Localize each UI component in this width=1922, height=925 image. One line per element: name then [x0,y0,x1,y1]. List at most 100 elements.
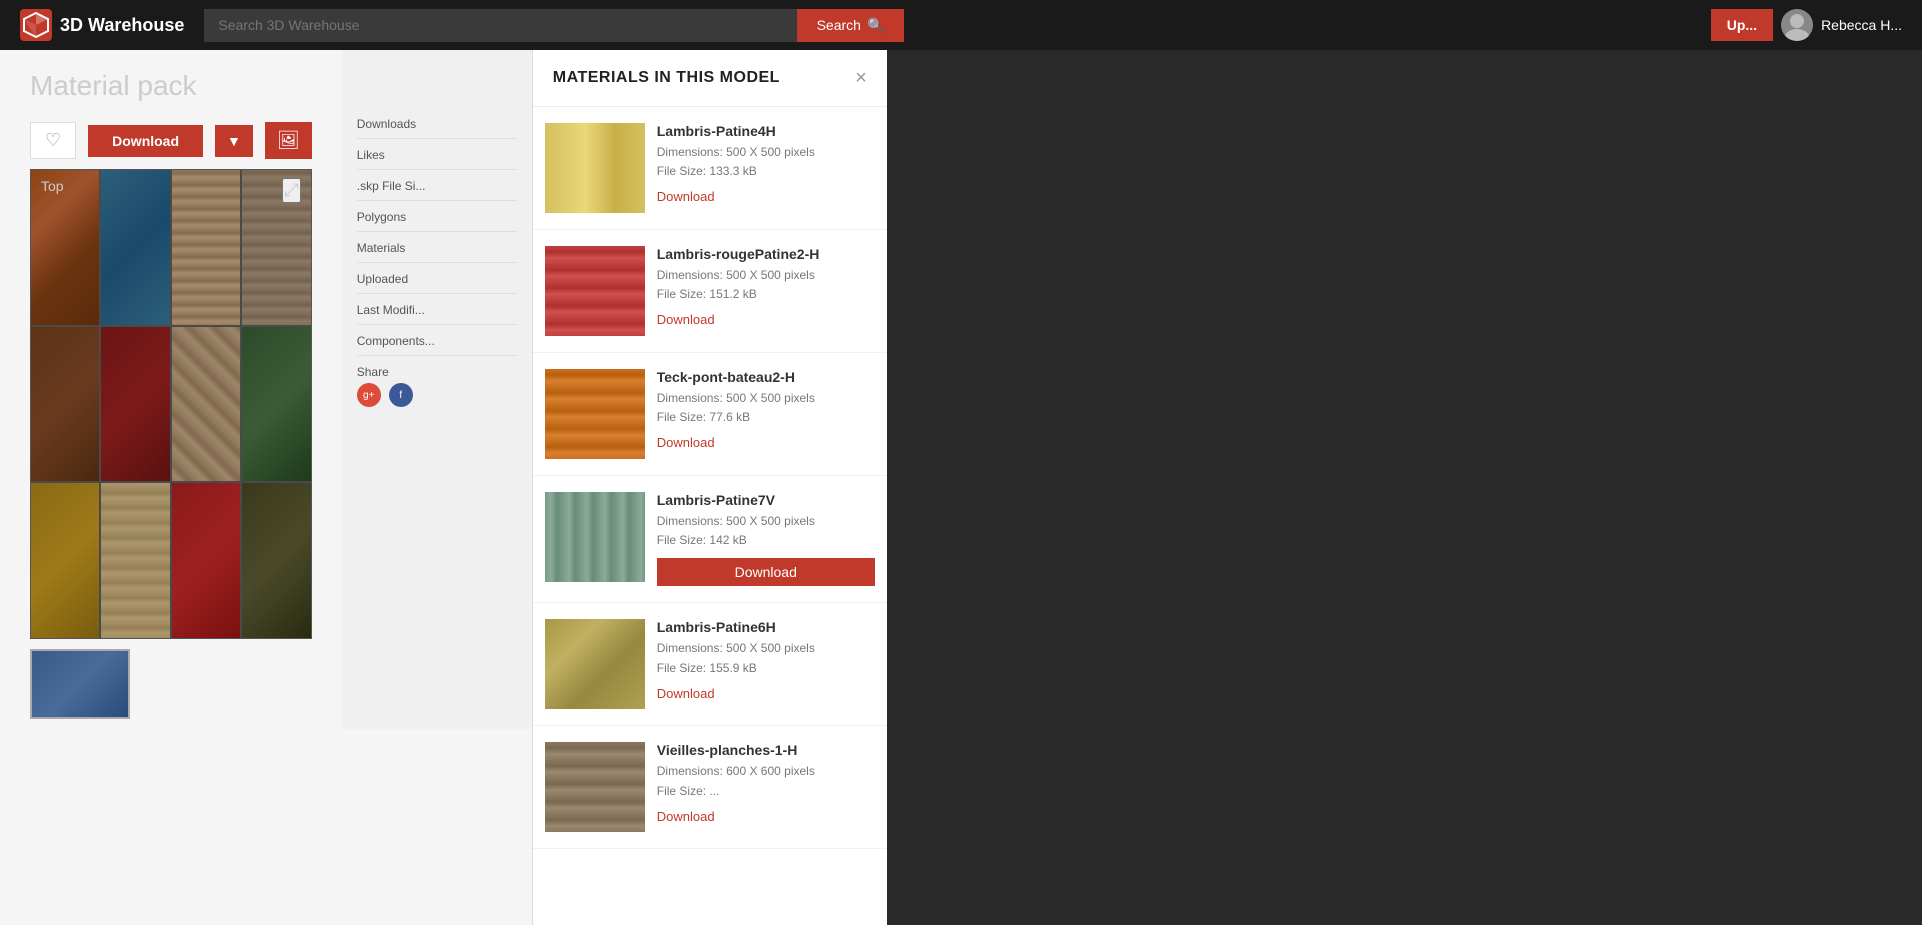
material-info-rouge2h: Lambris-rougePatine2-H Dimensions: 500 X… [657,246,875,329]
material-dimensions-patine7v: Dimensions: 500 X 500 pixels [657,512,875,531]
material-filesize-teck2h: File Size: 77.6 kB [657,408,875,427]
material-item-rouge2h: Lambris-rougePatine2-H Dimensions: 500 X… [533,230,887,353]
material-filesize-vieilles: File Size: ... [657,782,875,801]
user-area: Up... Rebecca H... [1711,9,1902,41]
material-item-teck2h: Teck-pont-bateau2-H Dimensions: 500 X 50… [533,353,887,476]
material-thumb-patine7v [545,492,645,582]
grid-cell-6 [101,327,169,482]
meta-polygons[interactable]: Polygons [357,203,517,232]
meta-likes[interactable]: Likes [357,141,517,170]
upload-button[interactable]: Up... [1711,9,1773,41]
materials-list[interactable]: Lambris-Patine4H Dimensions: 500 X 500 p… [533,107,887,925]
grid-cell-7 [172,327,240,482]
page-title: Material pack [30,70,312,102]
material-download-patine6h[interactable]: Download [657,686,715,701]
material-info-patine6h: Lambris-Patine6H Dimensions: 500 X 500 p… [657,619,875,702]
material-filesize-lambris4h: File Size: 133.3 kB [657,162,875,181]
material-item-patine6h: Lambris-Patine6H Dimensions: 500 X 500 p… [533,603,887,726]
material-dimensions-vieilles: Dimensions: 600 X 600 pixels [657,762,875,781]
main-top: Material pack ♡ Download ▼ 🖼 Top ⤢ [0,50,532,729]
grid-cell-8 [242,327,310,482]
share-label: Share [357,365,517,379]
meta-last-modified[interactable]: Last Modifi... [357,296,517,325]
logo-area: 3D Warehouse [20,9,184,41]
header: 3D Warehouse Search 🔍 Up... Rebecca H... [0,0,1922,50]
thumbnail-small[interactable] [30,649,130,719]
facebook-share-icon[interactable]: f [389,383,413,407]
search-label: Search [817,17,861,33]
image-icon: 🖼 [277,130,300,151]
share-area: Share g+ f [357,358,517,414]
material-download-rouge2h[interactable]: Download [657,312,715,327]
meta-downloads[interactable]: Downloads [357,110,517,139]
main-layout: Material pack ♡ Download ▼ 🖼 Top ⤢ [0,50,1922,925]
like-button[interactable]: ♡ [30,122,76,159]
image-icon-button[interactable]: 🖼 [265,122,312,159]
material-filesize-patine7v: File Size: 142 kB [657,531,875,550]
grid-cell-10 [101,483,169,638]
grid-cell-12 [242,483,310,638]
material-info-lambris4h: Lambris-Patine4H Dimensions: 500 X 500 p… [657,123,875,206]
grid-cell-2 [101,170,169,325]
meta-skp-size[interactable]: .skp File Si... [357,172,517,201]
materials-panel: MATERIALS IN THIS MODEL × Lambris-Patine… [532,50,887,925]
material-info-teck2h: Teck-pont-bateau2-H Dimensions: 500 X 50… [657,369,875,452]
material-name-rouge2h: Lambris-rougePatine2-H [657,246,875,262]
material-item-patine7v: Lambris-Patine7V Dimensions: 500 X 500 p… [533,476,887,603]
close-button[interactable]: × [855,68,867,88]
material-download-teck2h[interactable]: Download [657,435,715,450]
share-icons: g+ f [357,383,517,407]
search-button[interactable]: Search 🔍 [797,9,905,42]
logo-text: 3D Warehouse [60,15,184,36]
google-share-icon[interactable]: g+ [357,383,381,407]
meta-materials[interactable]: Materials [357,234,517,263]
top-label: Top [41,178,64,194]
model-viewer: Top ⤢ [30,169,312,639]
material-name-patine6h: Lambris-Patine6H [657,619,875,635]
material-filesize-rouge2h: File Size: 151.2 kB [657,285,875,304]
download-main-button[interactable]: Download [88,125,203,157]
material-item-vieilles: Vieilles-planches-1-H Dimensions: 600 X … [533,726,887,849]
material-name-vieilles: Vieilles-planches-1-H [657,742,875,758]
material-download-lambris4h[interactable]: Download [657,189,715,204]
search-icon: 🔍 [867,17,884,34]
expand-button[interactable]: ⤢ [282,178,300,203]
material-thumb-rouge2h [545,246,645,336]
material-thumb-vieilles [545,742,645,832]
material-thumb-patine6h [545,619,645,709]
materials-title: MATERIALS IN THIS MODEL [553,69,780,87]
logo-icon [20,9,52,41]
material-info-patine7v: Lambris-Patine7V Dimensions: 500 X 500 p… [657,492,875,586]
material-info-vieilles: Vieilles-planches-1-H Dimensions: 600 X … [657,742,875,825]
heart-icon: ♡ [45,130,61,151]
left-content: Material pack ♡ Download ▼ 🖼 Top ⤢ [0,50,532,925]
avatar-icon [1781,9,1813,41]
grid-cell-5 [31,327,99,482]
search-input[interactable] [204,9,796,42]
material-name-lambris4h: Lambris-Patine4H [657,123,875,139]
materials-header: MATERIALS IN THIS MODEL × [533,50,887,107]
material-dimensions-lambris4h: Dimensions: 500 X 500 pixels [657,143,875,162]
viewer-section: Material pack ♡ Download ▼ 🖼 Top ⤢ [0,50,342,729]
material-name-teck2h: Teck-pont-bateau2-H [657,369,875,385]
thumbnail-section [0,639,342,729]
model-meta-sidebar: Downloads Likes .skp File Si... Polygons… [342,50,532,729]
more-button[interactable]: ▼ [215,125,253,157]
material-download-vieilles[interactable]: Download [657,809,715,824]
material-item-lambris4h: Lambris-Patine4H Dimensions: 500 X 500 p… [533,107,887,230]
meta-uploaded[interactable]: Uploaded [357,265,517,294]
grid-cell-3 [172,170,240,325]
material-thumb-lambris4h [545,123,645,213]
material-filesize-patine6h: File Size: 155.9 kB [657,659,875,678]
grid-cell-11 [172,483,240,638]
material-dimensions-patine6h: Dimensions: 500 X 500 pixels [657,639,875,658]
meta-components[interactable]: Components... [357,327,517,356]
user-name: Rebecca H... [1821,17,1902,33]
material-download-patine7v[interactable]: Download [657,558,875,586]
search-bar: Search 🔍 [204,9,904,42]
page-title-area: Material pack [0,50,342,112]
material-dimensions-teck2h: Dimensions: 500 X 500 pixels [657,389,875,408]
material-thumb-teck2h [545,369,645,459]
material-name-patine7v: Lambris-Patine7V [657,492,875,508]
material-dimensions-rouge2h: Dimensions: 500 X 500 pixels [657,266,875,285]
